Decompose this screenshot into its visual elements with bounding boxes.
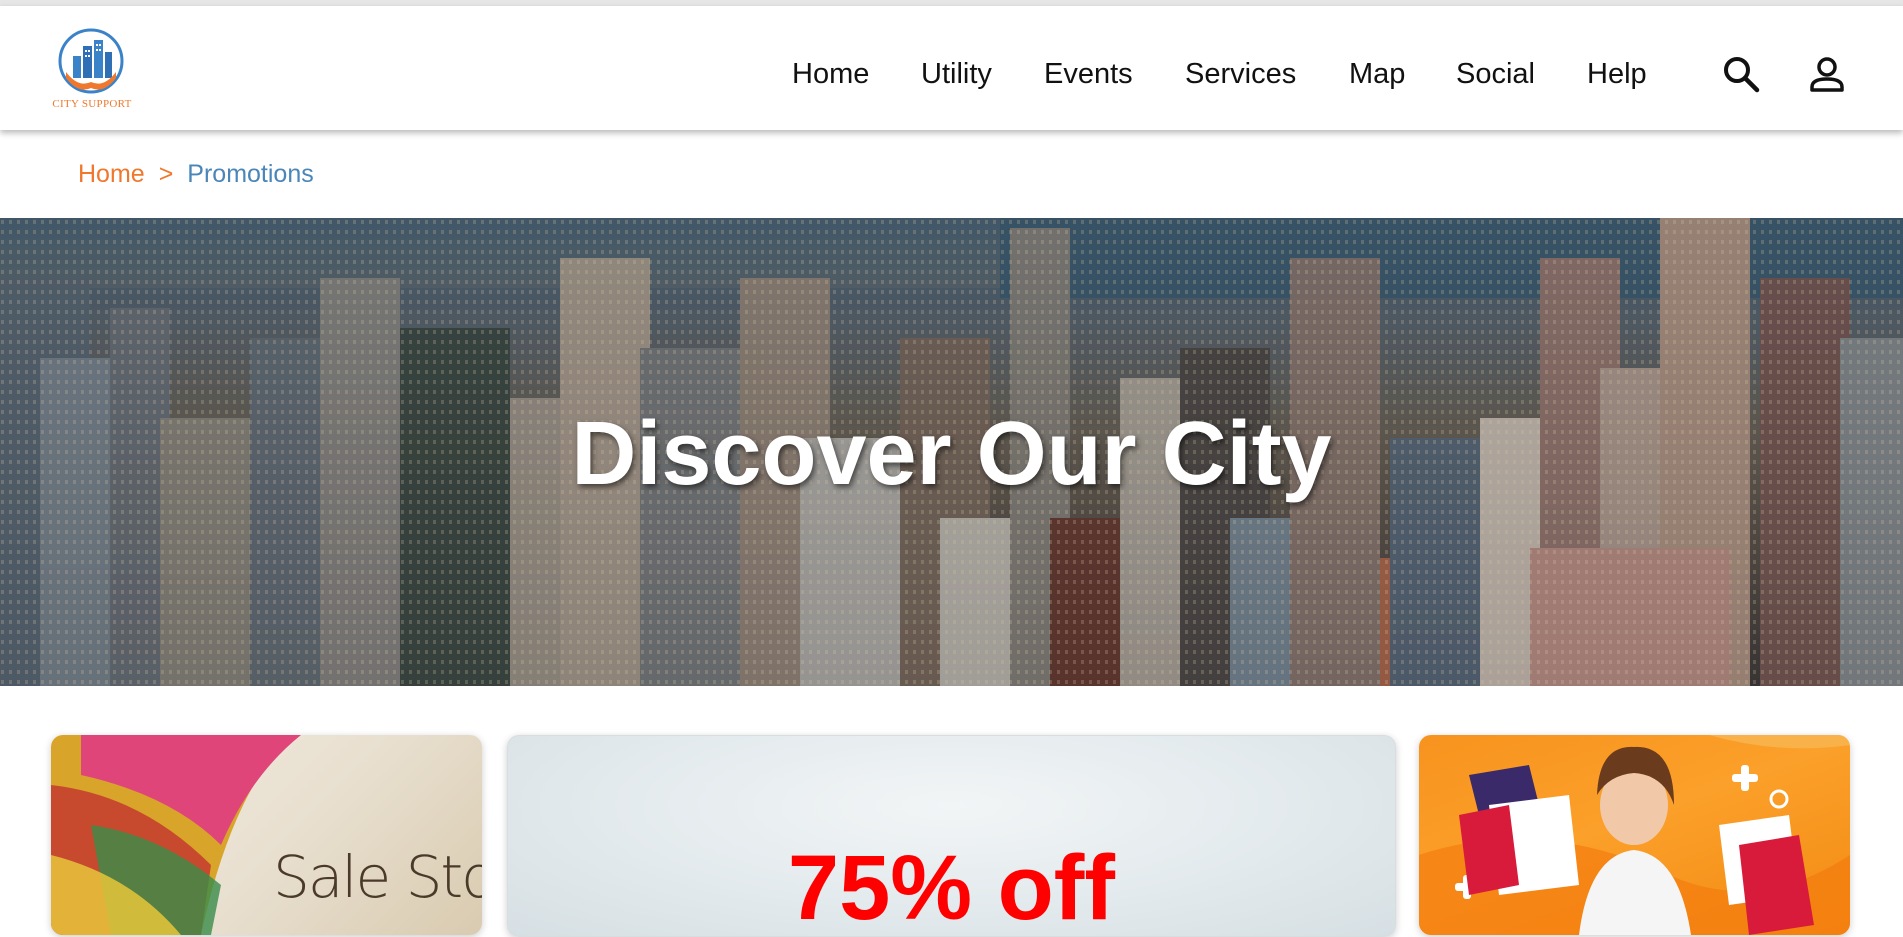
promo-card-shopping[interactable] [1419,735,1850,935]
nav-home[interactable]: Home [792,52,869,96]
nav-utility[interactable]: Utility [921,52,992,96]
hero-title: Discover Our City [571,404,1332,504]
promo-card-1-text: Sale Storm [273,843,482,911]
promo-card-sale-storm[interactable]: Sale Storm [51,735,482,935]
nav-events[interactable]: Events [1044,52,1133,96]
nav-help[interactable]: Help [1587,52,1647,96]
user-icon[interactable] [1807,54,1847,94]
nav-services[interactable]: Services [1185,52,1296,96]
nav-social[interactable]: Social [1456,52,1535,96]
shopping-woman-image [1419,735,1850,935]
breadcrumb-home-link[interactable]: Home [78,160,145,188]
site-header: CITY SUPPORT Home Utility Events Service… [0,6,1903,130]
breadcrumb-current: Promotions [187,160,314,188]
breadcrumb: Home > Promotions [78,158,314,190]
promo-card-75-off[interactable]: 75% off [507,735,1396,937]
logo-text: CITY SUPPORT [52,98,132,110]
promo-card-2-text: 75% off [787,837,1116,937]
search-icon[interactable] [1721,54,1761,94]
hero-banner: Discover Our City [0,218,1903,686]
main-nav: Home Utility Events Services Map Social … [0,52,1903,96]
nav-map[interactable]: Map [1349,52,1405,96]
breadcrumb-separator: > [158,160,174,188]
